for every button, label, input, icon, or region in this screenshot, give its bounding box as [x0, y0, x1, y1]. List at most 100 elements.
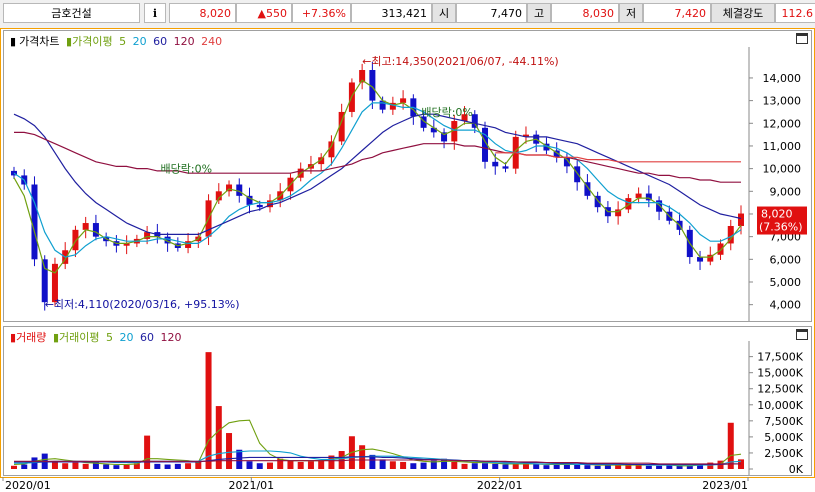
price-tick-label: 12,000: [763, 117, 802, 130]
date-tick-label: 2023/01: [702, 479, 748, 491]
price-change: ▲550: [236, 3, 292, 23]
volume-bar: [502, 464, 509, 469]
price-tick-label: 4,000: [770, 299, 802, 312]
low-label: 저: [619, 3, 643, 23]
price-tick-label: 10,000: [763, 163, 802, 176]
volume-tick-label: 15,000K: [757, 367, 803, 380]
volume-bar: [574, 464, 581, 469]
volume-tick-label: 0K: [789, 463, 804, 475]
volume-tick-label: 5,000K: [764, 431, 803, 444]
volume-bar: [236, 449, 243, 469]
volume-bar: [645, 465, 652, 469]
stock-name-field[interactable]: 금호건설: [3, 3, 140, 23]
volume-tick-label: 7,500K: [764, 415, 803, 428]
volume-bar: [164, 464, 171, 469]
ma20-line: [13, 102, 742, 258]
current-price-tag-value: 8,020: [761, 208, 793, 221]
candle-body: [31, 184, 38, 260]
price-tick-label: 5,000: [770, 276, 802, 289]
price-tick-label: 11,000: [763, 140, 802, 153]
volume-bar: [482, 463, 489, 469]
volume-bar: [533, 464, 540, 469]
volume-bar: [297, 461, 304, 469]
price-change-value: ▲550: [257, 7, 287, 20]
volume-value: 313,421: [381, 7, 428, 20]
date-axis: 2020/01 2021/01 2022/01 2023/01: [2, 477, 749, 491]
price-change-pct: +7.36%: [292, 3, 351, 23]
price-tick-label: 6,000: [770, 253, 802, 266]
volume-bar: [62, 463, 69, 469]
date-tick-label: 2021/01: [228, 479, 274, 491]
current-price-tag-pct: (7.36%): [759, 221, 803, 234]
volume-bar: [389, 461, 396, 469]
volume-bar: [21, 464, 28, 469]
volume-bar: [82, 463, 89, 469]
volume-panel[interactable]: ▮거래량 ▮거래이평 5 20 60 120 0K 2,500K 5,000K 7,5…: [3, 326, 812, 476]
candle-body: [41, 259, 48, 303]
volume-bar: [154, 463, 161, 469]
high-price-value: 8,030: [582, 7, 615, 20]
low-label-text: 저: [625, 7, 637, 20]
candle-body: [717, 243, 724, 255]
open-price-value: 7,470: [490, 7, 523, 20]
volume-bar: [461, 463, 468, 469]
date-tick-label: 2022/01: [477, 479, 523, 491]
current-price: 8,020: [169, 3, 236, 23]
info-icon: i: [152, 7, 158, 20]
volume-bar: [103, 464, 110, 469]
volume-chart[interactable]: 0K 2,500K 5,000K 7,500K 10,000K 12,500K 15,000…: [4, 327, 811, 475]
price-change-pct-value: +7.36%: [301, 7, 346, 20]
volume-bar: [553, 464, 560, 469]
volume: 313,421: [351, 3, 432, 23]
volume-bar: [656, 465, 663, 469]
strength-value: 112.6: [781, 7, 814, 20]
strength: 112.6: [775, 3, 815, 23]
volume-bar: [144, 435, 151, 469]
ma60-line: [13, 113, 742, 235]
volume-bar: [594, 465, 601, 469]
volume-bar: [471, 463, 478, 469]
volume-tick-label: 2,500K: [764, 447, 803, 460]
volume-bar: [72, 462, 79, 469]
volume-bar: [400, 461, 407, 469]
current-price-value: 8,020: [199, 7, 232, 20]
open-price: 7,470: [456, 3, 527, 23]
high-label-text: 고: [533, 7, 545, 20]
price-chart[interactable]: 4,0005,0006,0007,0008,0009,00010,00011,0…: [4, 31, 811, 321]
ma5-line: [13, 79, 742, 274]
volume-bar: [604, 465, 611, 469]
strength-label-text: 체결강도: [722, 7, 764, 20]
low-price-value: 7,420: [674, 7, 707, 20]
low-price: 7,420: [643, 3, 711, 23]
candle-body: [574, 166, 581, 183]
strength-label: 체결강도: [711, 3, 775, 23]
volume-bar: [379, 459, 386, 469]
volume-bar: [256, 463, 263, 469]
stock-name: 금호건설: [51, 7, 92, 20]
info-button[interactable]: i: [144, 3, 166, 23]
volume-bar: [11, 465, 17, 469]
volume-bar: [51, 461, 58, 469]
volume-bar: [185, 463, 192, 469]
volume-bar: [451, 461, 458, 469]
ma120-line: [14, 131, 741, 183]
quote-bar: 금호건설 i 8,020 ▲550 +7.36% 313,421 시 7,470…: [0, 0, 815, 29]
price-tick-label: 14,000: [763, 72, 802, 85]
candle-body: [256, 204, 263, 208]
candle-body: [400, 98, 407, 103]
price-panel[interactable]: ▮ 가격차트 ▮가격이평 5 20 60 120 240 4,000 5,000 6,…: [3, 30, 812, 322]
volume-bar: [113, 465, 120, 469]
volume-bar: [420, 462, 427, 469]
volume-bar: [584, 465, 591, 469]
candle-body: [492, 161, 499, 167]
volume-bar: [307, 461, 314, 469]
candle-body: [502, 166, 509, 169]
low-annotation: ←최저:4,110(2020/03/16, +95.13%): [45, 298, 240, 311]
volume-bar: [287, 460, 294, 469]
price-tick-label: 13,000: [763, 95, 802, 108]
open-label-text: 시: [438, 7, 450, 20]
candle-body: [82, 223, 89, 230]
volume-bar: [318, 460, 325, 469]
volume-tick-label: 10,000K: [757, 399, 803, 412]
ma240-line: [495, 152, 741, 163]
